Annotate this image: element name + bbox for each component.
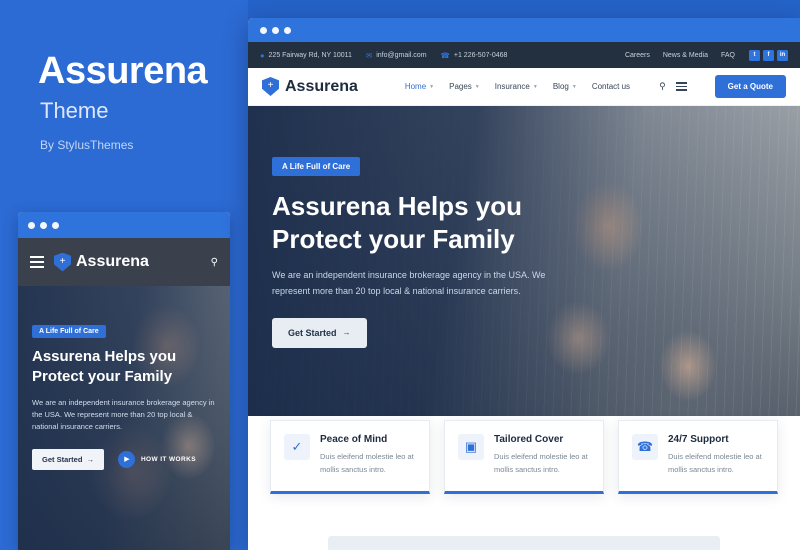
feature-card-title: Tailored Cover <box>494 434 564 445</box>
arrow-right-icon: → <box>86 454 94 464</box>
mobile-preview: Assurena ⚲ A Life Full of Care Assurena … <box>18 212 230 550</box>
check-circle-icon: ✓ <box>284 434 310 460</box>
promo-panel: Assurena Theme By StylusThemes Assurena … <box>0 0 248 550</box>
get-started-label: Get Started <box>288 327 337 338</box>
get-started-button[interactable]: Get Started → <box>272 317 367 348</box>
window-dot-close[interactable] <box>28 221 35 229</box>
phone-icon: ☎ <box>440 50 450 60</box>
search-icon[interactable]: ⚲ <box>211 257 218 268</box>
search-icon[interactable]: ⚲ <box>659 81 666 92</box>
envelope-icon: ✉ <box>365 50 373 60</box>
twitter-icon[interactable]: t <box>749 49 760 61</box>
nav-item-blog[interactable]: Blog ▼ <box>553 82 577 91</box>
hero-section: A Life Full of Care Assurena Helps you P… <box>248 106 800 416</box>
nav-item-insurance-label: Insurance <box>494 82 530 91</box>
menu-toggle-icon[interactable] <box>675 82 687 91</box>
topbar-link-careers[interactable]: Careers <box>625 52 650 59</box>
topbar-phone-text: +1 226-507-0468 <box>453 51 508 59</box>
nav-item-contact-us-label: Contact us <box>591 82 631 91</box>
topbar-email-text: info@gmail.com <box>376 51 427 59</box>
hero-heading-line2: Protect your Family <box>272 223 515 254</box>
topbar-link-news-media[interactable]: News & Media <box>663 52 708 59</box>
hero-badge: A Life Full of Care <box>272 157 361 176</box>
mobile-get-started-label: Get Started <box>42 454 83 464</box>
hero-heading-line1: Assurena Helps you <box>272 191 522 221</box>
chevron-down-icon: ▼ <box>429 83 435 90</box>
main-navbar: Assurena Home ▼ Pages ▼ Insurance ▼ Blog… <box>248 68 800 106</box>
window-dot-minimize[interactable] <box>40 221 47 229</box>
shield-icon <box>262 77 279 96</box>
promo-author: By StylusThemes <box>40 138 134 152</box>
nav-item-pages[interactable]: Pages ▼ <box>449 82 480 91</box>
window-dot-minimize[interactable] <box>272 26 279 34</box>
arrow-right-icon: → <box>342 328 351 337</box>
hero-paragraph: We are an independent insurance brokerag… <box>272 270 546 296</box>
site-logo-text: Assurena <box>285 77 358 95</box>
feature-card[interactable]: ▣ Tailored Cover Duis eleifend molestie … <box>444 420 604 495</box>
feature-cards: ✓ Peace of Mind Duis eleifend molestie l… <box>270 420 778 495</box>
browser-preview: ● 225 Fairway Rd, NY 10011 ✉ info@gmail.… <box>248 18 800 550</box>
feature-card-text: Duis eleifend molestie leo at mollis san… <box>494 452 588 475</box>
shield-icon <box>54 252 71 272</box>
mobile-get-started-button[interactable]: Get Started → <box>32 448 104 470</box>
feature-card[interactable]: ☎ 24/7 Support Duis eleifend molestie le… <box>618 420 778 495</box>
play-icon: ▶ <box>117 450 135 468</box>
mobile-hero-heading-line1: Assurena Helps you <box>32 348 177 365</box>
promo-title: Assurena <box>38 50 208 92</box>
topbar-email[interactable]: ✉ info@gmail.com <box>366 51 427 60</box>
topbar-phone[interactable]: ☎ +1 226-507-0468 <box>441 51 508 60</box>
nav-item-contact-us[interactable]: Contact us <box>592 82 630 91</box>
feature-card-title: Peace of Mind <box>320 434 388 445</box>
page-bottom-strip <box>328 536 720 550</box>
chevron-down-icon: ▼ <box>474 83 480 90</box>
browser-window-bar <box>248 18 800 42</box>
headset-support-icon: ☎ <box>632 434 658 460</box>
nav-item-insurance[interactable]: Insurance ▼ <box>495 82 538 91</box>
mobile-hero: A Life Full of Care Assurena Helps you P… <box>18 286 230 550</box>
shield-user-icon: ▣ <box>458 434 484 460</box>
topbar-link-faq[interactable]: FAQ <box>721 52 735 59</box>
topbar-address: ● 225 Fairway Rd, NY 10011 <box>260 51 352 60</box>
facebook-icon[interactable]: f <box>763 49 774 61</box>
mobile-navbar: Assurena ⚲ <box>18 238 230 286</box>
mobile-hero-heading-line2: Protect your Family <box>32 367 173 385</box>
feature-card-text: Duis eleifend molestie leo at mollis san… <box>668 452 762 475</box>
mobile-logo[interactable]: Assurena <box>54 252 149 272</box>
mobile-window-bar <box>18 212 230 238</box>
feature-card-title: 24/7 Support <box>668 434 729 445</box>
location-pin-icon: ● <box>260 50 265 60</box>
feature-card[interactable]: ✓ Peace of Mind Duis eleifend molestie l… <box>270 420 430 495</box>
mobile-how-it-works-button[interactable]: ▶ HOW IT WORKS <box>117 450 196 468</box>
window-dot-maximize[interactable] <box>284 26 291 34</box>
promo-subtitle: Theme <box>40 98 109 123</box>
hamburger-menu-icon[interactable] <box>30 256 44 268</box>
feature-card-text: Duis eleifend molestie leo at mollis san… <box>320 452 414 475</box>
site-logo[interactable]: Assurena <box>262 77 358 96</box>
mobile-logo-text: Assurena <box>76 253 149 270</box>
nav-item-blog-label: Blog <box>552 82 569 91</box>
nav-item-home-label: Home <box>404 82 427 91</box>
get-a-quote-button[interactable]: Get a Quote <box>714 75 786 98</box>
topbar-address-text: 225 Fairway Rd, NY 10011 <box>268 51 352 59</box>
mobile-hero-badge: A Life Full of Care <box>32 325 106 338</box>
utility-topbar: ● 225 Fairway Rd, NY 10011 ✉ info@gmail.… <box>248 42 800 68</box>
linkedin-icon[interactable]: in <box>777 49 788 61</box>
nav-item-home[interactable]: Home ▼ <box>405 82 434 91</box>
mobile-hero-paragraph: We are an independent insurance brokerag… <box>32 397 215 431</box>
chevron-down-icon: ▼ <box>532 83 538 90</box>
window-dot-maximize[interactable] <box>52 221 59 229</box>
mobile-how-it-works-label: HOW IT WORKS <box>140 455 196 463</box>
window-dot-close[interactable] <box>260 26 267 34</box>
chevron-down-icon: ▼ <box>571 83 577 90</box>
nav-item-pages-label: Pages <box>449 82 472 91</box>
nav-links: Home ▼ Pages ▼ Insurance ▼ Blog ▼ Contac… <box>405 75 786 98</box>
